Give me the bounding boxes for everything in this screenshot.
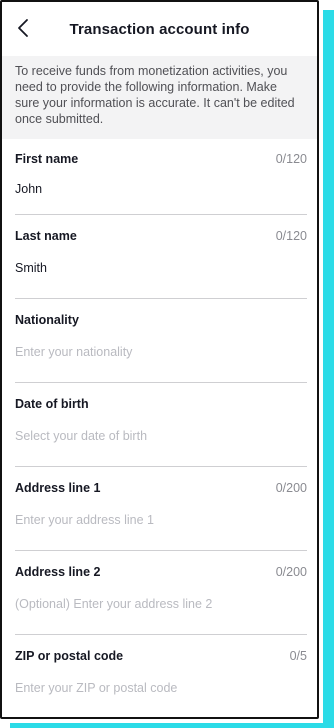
zip-code-field: ZIP or postal code 0/5 [15,635,307,717]
decorative-shadow-right [323,10,334,728]
address-line-2-field: Address line 2 0/200 [15,551,307,635]
last-name-input[interactable] [15,261,265,275]
last-name-field: Last name 0/120 [15,215,307,299]
address-line-2-label: Address line 2 [15,565,101,579]
date-of-birth-field[interactable]: Date of birth Select your date of birth [15,383,307,467]
date-of-birth-picker[interactable]: Select your date of birth [15,429,147,443]
last-name-char-count: 0/120 [275,229,307,243]
zip-code-label: ZIP or postal code [15,649,124,663]
top-bar: Transaction account info [2,2,317,56]
address-line-1-field: Address line 1 0/200 [15,467,307,551]
zip-code-char-count: 0/5 [289,649,307,663]
address-line-1-char-count: 0/200 [275,481,307,495]
nationality-label: Nationality [15,313,79,327]
address-line-1-input[interactable] [15,513,265,527]
phone-frame: Transaction account info To receive fund… [0,0,319,719]
form-fields: First name 0/120 Last name 0/120 Nationa… [2,139,317,717]
address-line-2-char-count: 0/200 [275,565,307,579]
address-line-1-label: Address line 1 [15,481,101,495]
first-name-label: First name [15,152,79,166]
nationality-input[interactable] [15,345,265,359]
first-name-field: First name 0/120 [15,139,307,215]
nationality-field: Nationality [15,299,307,383]
info-notice: To receive funds from monetization activ… [2,56,317,139]
first-name-input[interactable] [15,182,265,196]
last-name-label: Last name [15,229,77,243]
first-name-char-count: 0/120 [275,152,307,166]
back-button[interactable] [10,15,36,41]
chevron-left-icon [18,19,28,37]
decorative-shadow-bottom [10,723,334,728]
page-title: Transaction account info [69,20,250,38]
address-line-2-input[interactable] [15,597,265,611]
zip-code-input[interactable] [15,681,265,695]
date-of-birth-label: Date of birth [15,397,89,411]
